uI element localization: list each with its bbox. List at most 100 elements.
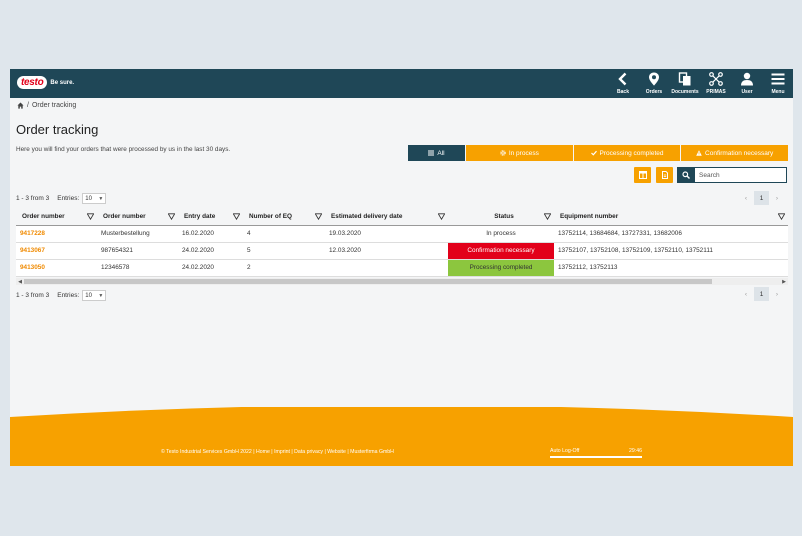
pagination-info-top: 1 - 3 from 3 Entries: 10 ▼ [16,193,107,204]
breadcrumb-separator: / [27,102,29,109]
table-row[interactable]: 9417228 Musterbestellung 16.02.2020 4 19.03.… [16,225,788,243]
filter-funnel-icon[interactable] [778,213,785,220]
warning-icon [696,150,702,156]
chevron-down-icon: ▼ [98,292,104,299]
orders-table: Order number Order number Entry date Number… [16,208,788,277]
nav-menu[interactable]: Menu [765,71,791,95]
page-intro: Here you will find your orders that were… [16,146,231,153]
cell-entry-date: 24.02.2020 [178,259,243,277]
scroll-left-icon[interactable]: ◀ [16,279,24,285]
cell-order-number[interactable]: 9413050 [16,259,97,277]
toolbar-export [656,167,673,183]
cell-equipment-number: 13752114, 13684684, 13727331, 13682006 [554,225,788,243]
main-nav: Back Orders Documents PRIMAS User Menu [605,71,791,95]
filter-all[interactable]: All [408,145,466,161]
search-button[interactable] [677,167,694,183]
hamburger-icon [771,73,785,85]
footer-wave [10,407,793,466]
cell-status: Processing completed [448,259,554,277]
scroll-thumb[interactable] [24,279,712,284]
breadcrumb: / Order tracking [17,102,76,109]
nav-label: User [741,89,753,95]
horizontal-scrollbar[interactable]: ◀ ▶ [16,278,788,285]
chevron-down-icon: ▼ [98,195,104,202]
document-export-icon [661,171,668,179]
cell-number-of-eq: 2 [243,259,325,277]
app-frame: testo Be sure. Back Orders Documents PRI… [10,69,793,466]
testo-logo[interactable]: testo Be sure. [17,76,74,89]
result-count: 1 - 3 from 3 [16,195,50,202]
col-status[interactable]: Status [448,208,554,226]
column-label: Number of EQ [249,212,292,220]
filter-funnel-icon[interactable] [544,213,551,220]
pager-top: ‹ 1 › [740,191,783,205]
cell-order-reference: 987654321 [97,242,178,260]
column-label: Order number [103,212,146,220]
table-row[interactable]: 9413050 12346578 24.02.2020 2 Processing com… [16,259,788,277]
documents-icon [678,72,691,86]
nav-user[interactable]: User [734,71,760,95]
scroll-right-icon[interactable]: ▶ [780,279,788,285]
pager-next[interactable]: › [771,291,783,298]
filter-funnel-icon[interactable] [87,213,94,220]
filter-funnel-icon[interactable] [168,213,175,220]
cell-equipment-number: 13752112, 13752113 [554,259,788,277]
cell-delivery-date: 19.03.2020 [325,225,448,243]
pager-page[interactable]: 1 [754,287,769,301]
filter-in-process[interactable]: In process [466,145,574,161]
entries-select[interactable]: 10 ▼ [82,193,107,204]
column-label: Order number [22,212,65,220]
nav-back[interactable]: Back [610,71,636,95]
entries-label: Entries: [57,292,80,299]
column-label: Status [494,212,514,220]
pager-next[interactable]: › [771,195,783,202]
filter-funnel-icon[interactable] [315,213,322,220]
filter-funnel-icon[interactable] [233,213,240,220]
result-count: 1 - 3 from 3 [16,292,50,299]
nav-label: PRIMAS [706,89,726,95]
filter-processing-completed[interactable]: Processing completed [573,145,682,161]
auto-logoff-bar [550,456,642,458]
map-pin-icon [649,72,659,86]
search-input[interactable] [694,167,787,183]
footer: © Testo Industrial Services GmbH 2022 | … [10,407,793,466]
nav-label: Back [617,89,629,95]
gear-icon [500,150,506,156]
footer-links[interactable]: © Testo Industrial Services GmbH 2022 | … [161,449,394,455]
home-icon[interactable] [17,102,24,109]
cell-entry-date: 16.02.2020 [178,225,243,243]
nav-documents[interactable]: Documents [671,71,699,95]
cell-order-number[interactable]: 9413067 [16,242,97,260]
export-button[interactable] [656,167,673,183]
filter-funnel-icon[interactable] [438,213,445,220]
col-order-number[interactable]: Order number [16,208,97,226]
pager-prev[interactable]: ‹ [740,195,752,202]
columns-button[interactable] [634,167,651,183]
filter-label: In process [508,149,539,157]
nav-label: Menu [771,89,785,95]
entries-select[interactable]: 10 ▼ [82,290,107,301]
table-row[interactable]: 9413067 987654321 24.02.2020 5 12.03.2020 Con… [16,242,788,260]
filter-confirmation-necessary[interactable]: Confirmation necessary [681,145,789,161]
network-icon [709,72,723,86]
col-entry-date[interactable]: Entry date [178,208,243,226]
status-filter-bar: All In process Processing completed Conf… [408,145,789,161]
user-icon [741,72,753,86]
cell-order-number[interactable]: 9417228 [16,225,97,243]
col-equipment-number[interactable]: Equipment number [554,208,788,226]
nav-label: Orders [645,89,663,95]
col-order-reference[interactable]: Order number [97,208,178,226]
col-number-of-eq[interactable]: Number of EQ [243,208,325,226]
cell-entry-date: 24.02.2020 [178,242,243,260]
pager-prev[interactable]: ‹ [740,291,752,298]
col-estimated-delivery[interactable]: Estimated delivery date [325,208,448,226]
nav-primas[interactable]: PRIMAS [703,71,729,95]
filter-label: Confirmation necessary [705,149,774,157]
cell-delivery-date: 12.03.2020 [325,242,448,260]
nav-orders[interactable]: Orders [641,71,667,95]
pager-page[interactable]: 1 [754,191,769,205]
search-icon [681,171,690,179]
page-title: Order tracking [16,122,99,137]
list-icon [428,150,435,156]
entries-value: 10 [85,195,92,202]
